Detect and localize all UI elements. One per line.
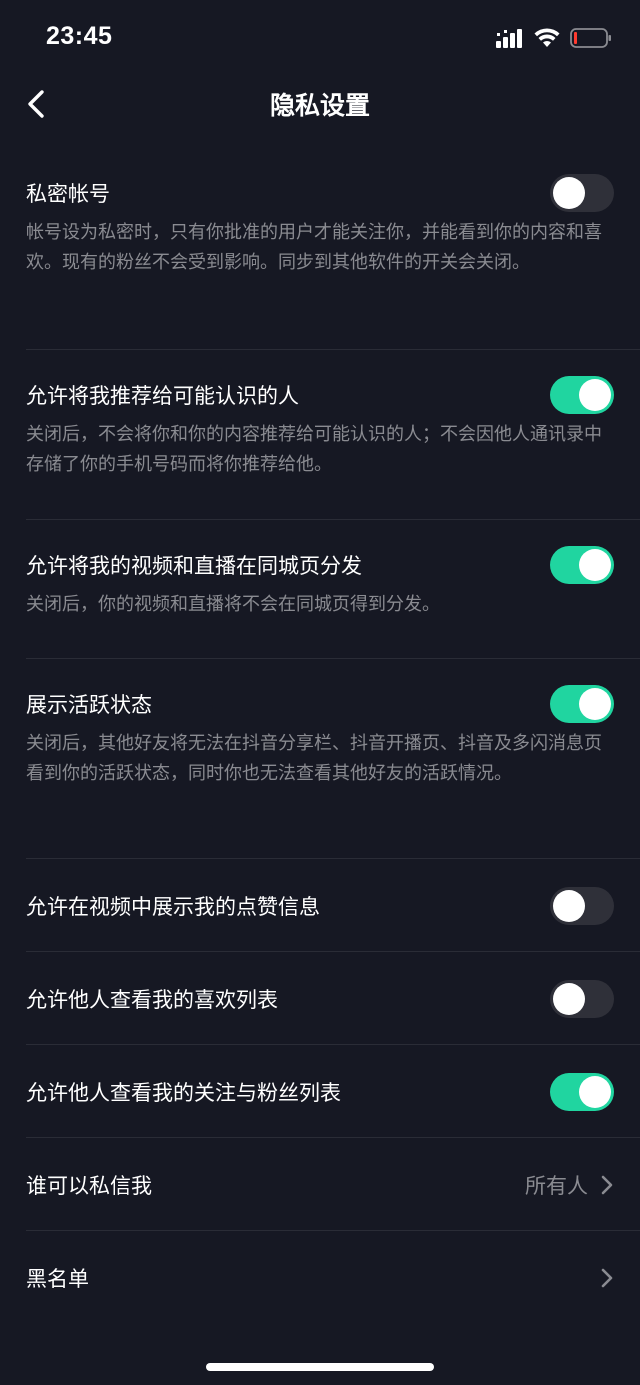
- page-title: 隐私设置: [269, 91, 370, 120]
- setting-description: 帐号设为私密时，只有你批准的用户才能关注你，并能看到你的内容和喜欢。现有的粉丝不…: [26, 222, 602, 273]
- setting-label: 允许在视频中展示我的点赞信息: [26, 894, 320, 919]
- cellular-signal-icon: [496, 29, 522, 48]
- wifi-icon: [534, 28, 560, 47]
- follow-list-toggle[interactable]: [550, 1072, 614, 1111]
- setting-label: 允许他人查看我的关注与粉丝列表: [26, 1080, 341, 1105]
- liked-list-toggle[interactable]: [550, 979, 614, 1018]
- status-time: 23:45: [46, 22, 113, 50]
- who-can-message-value[interactable]: 所有人: [525, 1170, 614, 1200]
- status-icons: [496, 26, 612, 50]
- setting-label: 私密帐号: [26, 182, 110, 206]
- setting-recommend-to-contacts: 允许将我推荐给可能认识的人 关闭后，不会将你和你的内容推荐给可能认识的人；不会因…: [0, 350, 640, 520]
- setting-follow-list-visibility: 允许他人查看我的关注与粉丝列表: [0, 1045, 640, 1138]
- setting-liked-list-visibility: 允许他人查看我的喜欢列表: [0, 952, 640, 1045]
- battery-low-icon: [570, 28, 611, 48]
- setting-blacklist[interactable]: 黑名单: [0, 1231, 640, 1324]
- same-city-toggle[interactable]: [550, 546, 614, 584]
- nav-bar: 隐私设置: [0, 76, 640, 132]
- status-bar: 23:45: [0, 0, 640, 76]
- toggle-knob: [579, 1075, 611, 1108]
- toggle-knob: [579, 379, 611, 411]
- setting-activity-status: 展示活跃状态 关闭后，其他好友将无法在抖音分享栏、抖音开播页、抖音及多闪消息页看…: [0, 659, 640, 859]
- setting-label: 允许他人查看我的喜欢列表: [26, 987, 278, 1012]
- setting-who-can-message[interactable]: 谁可以私信我 所有人: [0, 1138, 640, 1231]
- private-account-toggle[interactable]: [550, 174, 614, 212]
- setting-label: 允许将我推荐给可能认识的人: [26, 384, 299, 408]
- chevron-right-icon: [601, 1175, 613, 1194]
- setting-description: 关闭后，其他好友将无法在抖音分享栏、抖音开播页、抖音及多闪消息页看到你的活跃状态…: [26, 733, 602, 784]
- toggle-knob: [553, 177, 585, 209]
- settings-list: 私密帐号 帐号设为私密时，只有你批准的用户才能关注你，并能看到你的内容和喜欢。现…: [0, 150, 640, 1324]
- toggle-knob: [579, 549, 611, 581]
- setting-label: 展示活跃状态: [26, 693, 152, 717]
- toggle-knob: [579, 688, 611, 720]
- activity-status-toggle[interactable]: [550, 685, 614, 723]
- recommend-to-contacts-toggle[interactable]: [550, 376, 614, 414]
- show-likes-toggle[interactable]: [550, 886, 614, 925]
- privacy-settings-screen: 23:45 隐私设置 私密帐号 帐号设为私密时，只有你批准的用户才能关注你，并能…: [0, 0, 640, 1385]
- home-indicator[interactable]: [206, 1363, 434, 1371]
- chevron-right-icon[interactable]: [600, 1267, 614, 1289]
- toggle-knob: [553, 982, 585, 1015]
- setting-label: 谁可以私信我: [26, 1173, 152, 1198]
- toggle-knob: [553, 889, 585, 922]
- setting-description: 关闭后，你的视频和直播将不会在同城页得到分发。: [26, 594, 440, 615]
- setting-private-account: 私密帐号 帐号设为私密时，只有你批准的用户才能关注你，并能看到你的内容和喜欢。现…: [0, 150, 640, 350]
- setting-show-likes-in-video: 允许在视频中展示我的点赞信息: [0, 859, 640, 952]
- setting-description: 关闭后，不会将你和你的内容推荐给可能认识的人；不会因他人通讯录中存储了你的手机号…: [26, 424, 602, 475]
- setting-same-city-distribution: 允许将我的视频和直播在同城页分发 关闭后，你的视频和直播将不会在同城页得到分发。: [0, 520, 640, 659]
- setting-label: 允许将我的视频和直播在同城页分发: [26, 554, 362, 578]
- setting-value: 所有人: [525, 1173, 588, 1198]
- setting-label: 黑名单: [26, 1266, 89, 1291]
